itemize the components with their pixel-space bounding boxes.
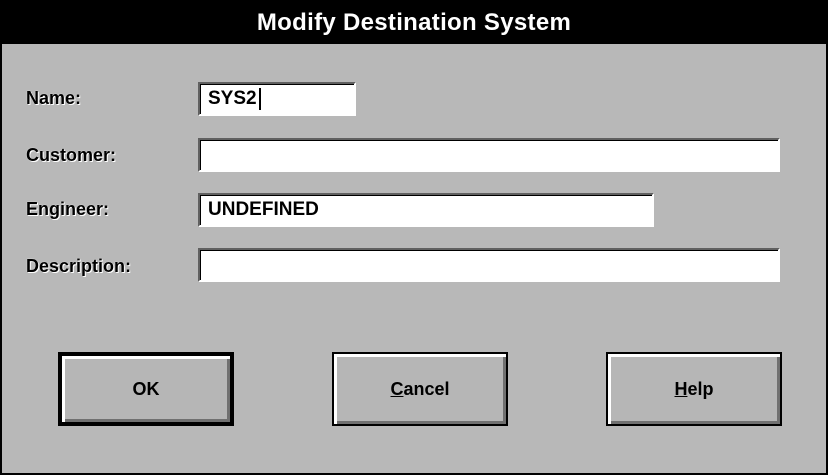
cancel-mnemonic: C	[390, 378, 404, 399]
description-field[interactable]	[198, 248, 780, 282]
customer-label: Customer:	[26, 145, 117, 165]
dialog-title-bar[interactable]: Modify Destination System	[2, 2, 826, 44]
engineer-label: Engineer:	[26, 199, 110, 219]
engineer-field-value: UNDEFINED	[208, 199, 319, 220]
customer-field[interactable]	[198, 138, 780, 172]
dialog-title: Modify Destination System	[256, 9, 572, 36]
name-field-value: SYS2	[208, 88, 257, 109]
name-label: Name:	[26, 88, 82, 108]
help-button[interactable]: Help	[606, 352, 782, 426]
help-button-label: Help	[674, 379, 713, 400]
cancel-button[interactable]: Cancel	[332, 352, 508, 426]
engineer-field[interactable]: UNDEFINED	[198, 193, 654, 227]
text-cursor	[258, 88, 261, 110]
help-mnemonic: H	[674, 378, 688, 399]
ok-button[interactable]: OK	[58, 352, 234, 426]
ok-button-label: OK	[132, 378, 160, 399]
cancel-button-label: Cancel	[390, 379, 449, 400]
description-label: Description:	[26, 256, 132, 276]
modify-destination-system-dialog: Modify Destination System Name: SYS2 Cus…	[0, 0, 828, 475]
cancel-label-rest: ancel	[403, 378, 450, 399]
help-label-rest: elp	[687, 378, 714, 399]
name-field[interactable]: SYS2	[198, 82, 356, 116]
